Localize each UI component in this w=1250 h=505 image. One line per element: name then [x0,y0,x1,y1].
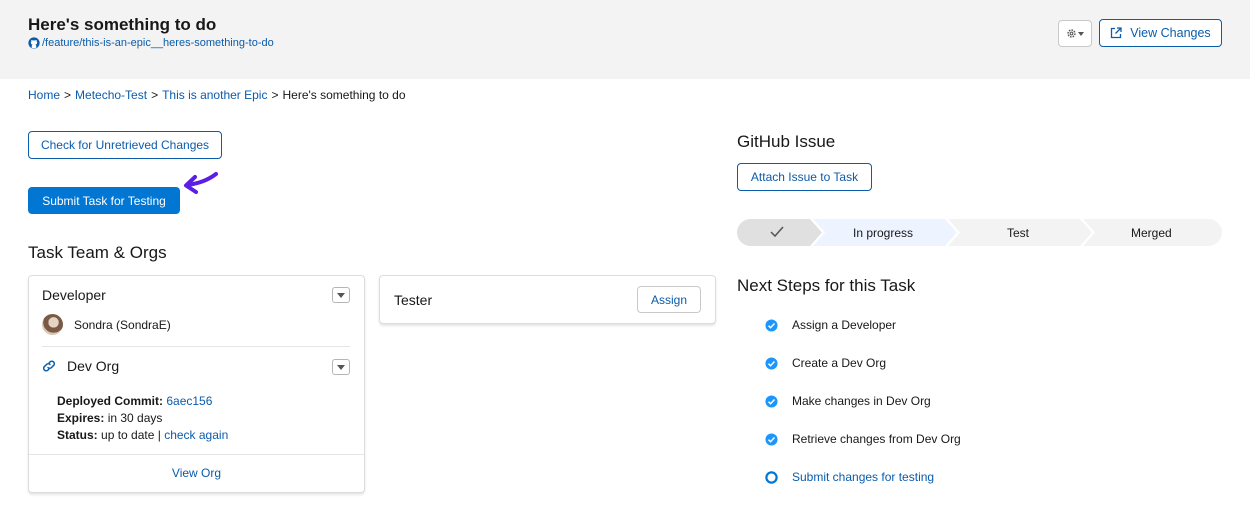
stage-label-in-progress: In progress [853,226,914,240]
next-step-label: Create a Dev Org [792,356,887,370]
branch-name: /feature/this-is-an-epic__heres-somethin… [42,37,274,49]
view-changes-button[interactable]: View Changes [1099,19,1222,47]
next-step-item: Assign a Developer [765,318,896,332]
breadcrumb-home[interactable]: Home [28,88,60,102]
page-header: Here's something to do /feature/this-is-… [0,0,1250,79]
dev-org-label: Dev Org [67,358,120,374]
status-row: Status: up to date | check again [57,428,228,442]
next-step-label: Make changes in Dev Org [792,394,931,408]
task-status-path: In progress Test Merged [737,219,1222,246]
chevron-down-icon [337,364,345,370]
next-step-item: Create a Dev Org [765,356,886,370]
github-icon [28,37,40,49]
deployed-commit-link[interactable]: 6aec156 [166,394,212,408]
breadcrumb-epic[interactable]: This is another Epic [162,88,267,102]
check-again-link[interactable]: check again [164,428,228,442]
expires-label: Expires: [57,411,105,425]
check-unretrieved-changes-button[interactable]: Check for Unretrieved Changes [28,131,222,159]
breadcrumb-separator: > [64,88,72,102]
link-icon [42,360,56,372]
status-label: Status: [57,428,98,442]
pointer-arrow-icon [184,172,218,194]
deployed-commit-label: Deployed Commit: [57,394,164,408]
breadcrumb-project[interactable]: Metecho-Test [75,88,147,102]
next-step-label: Assign a Developer [792,318,897,332]
breadcrumb: Home > Metecho-Test > This is another Epic > H… [28,88,406,102]
developer-user-name: Sondra (SondraE) [74,318,171,332]
developer-label: Developer [42,287,106,303]
view-changes-label: View Changes [1130,26,1211,40]
developer-card [28,275,365,493]
avatar [42,314,63,335]
next-step-item: Retrieve changes from Dev Org [765,432,961,446]
status-value: up to date | [101,428,161,442]
task-team-title: Task Team & Orgs [28,243,167,262]
check-circle-icon [765,356,778,370]
breadcrumb-separator: > [151,88,159,102]
next-step-link[interactable]: Submit changes for testing [792,470,934,484]
next-step-item: Make changes in Dev Org [765,394,931,408]
check-circle-icon [765,432,778,446]
deployed-commit-row: Deployed Commit: 6aec156 [57,394,212,408]
check-icon [770,226,784,238]
check-circle-icon [765,318,778,332]
expires-row: Expires: in 30 days [57,411,162,425]
attach-issue-button[interactable]: Attach Issue to Task [737,163,872,191]
github-issue-title: GitHub Issue [737,132,836,151]
view-org-link[interactable]: View Org [28,466,365,480]
next-step-item-current[interactable]: Submit changes for testing [765,470,934,484]
expires-value: in 30 days [107,411,163,425]
breadcrumb-separator: > [271,88,279,102]
chevron-down-icon [337,292,345,298]
breadcrumb-current: Here's something to do [282,88,406,102]
next-step-label: Retrieve changes from Dev Org [792,432,961,446]
divider [29,454,364,455]
tester-label: Tester [394,292,433,308]
dev-org-menu-button[interactable] [332,359,350,375]
settings-menu-button[interactable] [1058,20,1092,47]
submit-task-for-testing-button[interactable]: Submit Task for Testing [28,187,180,214]
branch-link[interactable]: /feature/this-is-an-epic__heres-somethin… [28,37,274,49]
page-title: Here's something to do [28,15,217,34]
developer-menu-button[interactable] [332,287,350,303]
chevron-down-icon [1078,31,1084,36]
divider [42,346,350,347]
radio-circle-icon [765,470,778,484]
assign-tester-button[interactable]: Assign [637,286,701,313]
check-circle-icon [765,394,778,408]
next-steps-title: Next Steps for this Task [737,276,916,295]
stage-label-test: Test [1007,226,1030,240]
external-link-icon [1111,27,1122,39]
gear-icon [1067,29,1076,38]
stage-label-merged: Merged [1131,226,1172,240]
